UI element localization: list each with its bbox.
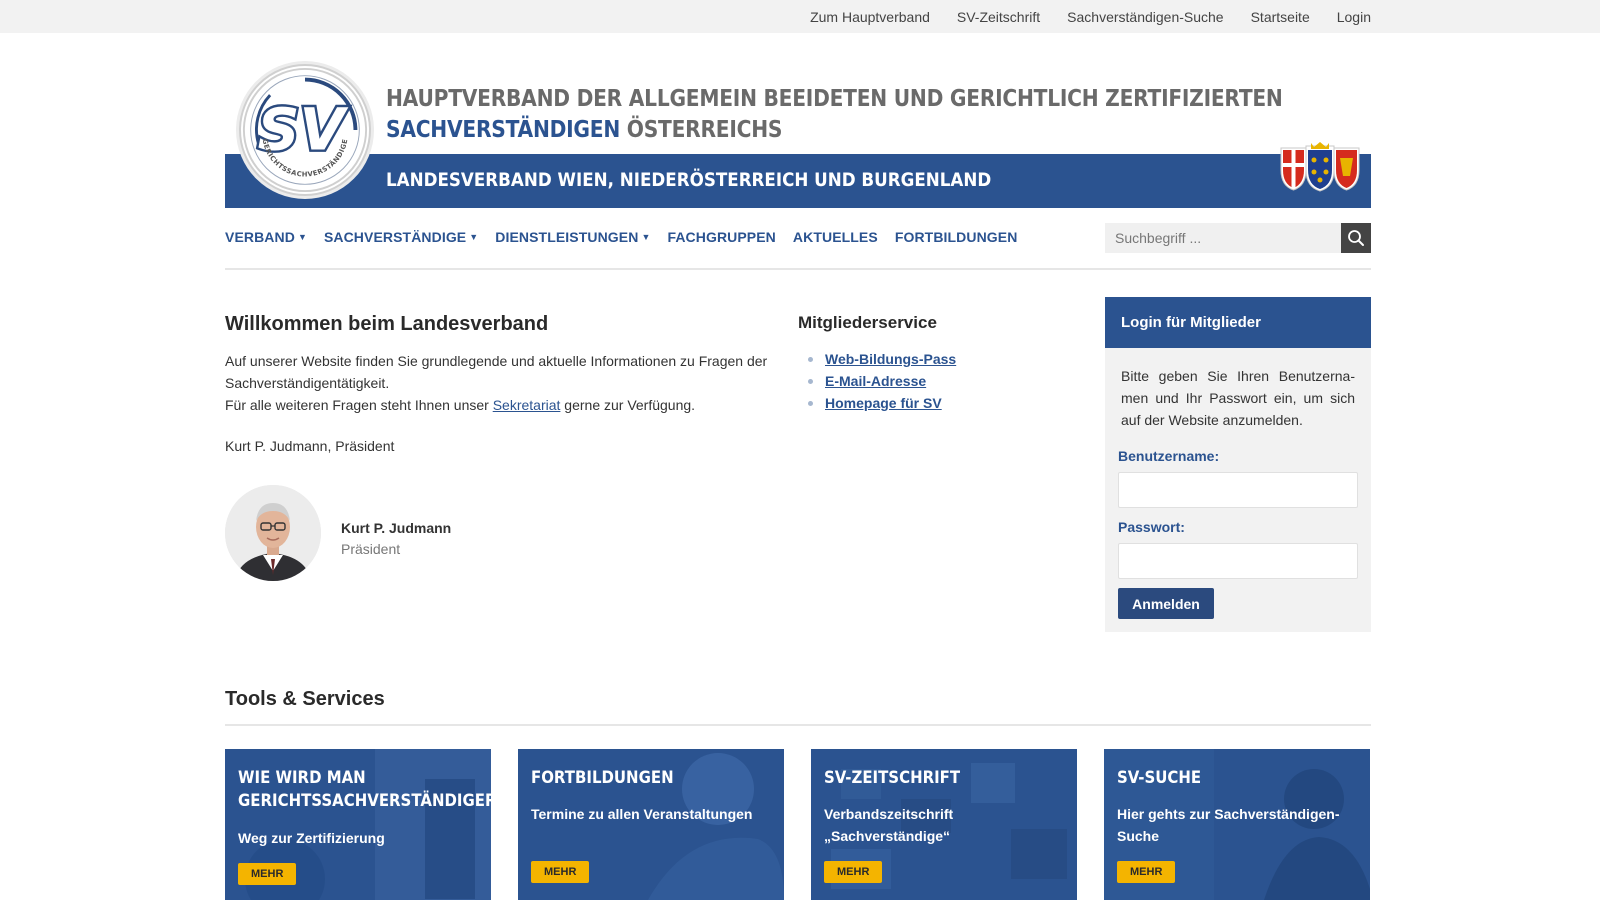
caret-down-icon: ▼ (297, 232, 307, 242)
list-item: Web-Bildungs-Pass (808, 348, 956, 370)
link-sachverstaendigen-suche[interactable]: Sachverständigen-Suche (1067, 9, 1223, 25)
link-homepage-sv[interactable]: Homepage für SV (825, 392, 942, 414)
welcome-paragraph: Auf unserer Website finden Sie grundlege… (225, 353, 768, 391)
link-zum-hauptverband[interactable]: Zum Hauptverband (810, 9, 930, 25)
nav-dienstleistungen[interactable]: DIENSTLEISTUNGEN ▼ (495, 229, 650, 245)
tools-divider (225, 724, 1371, 726)
more-button[interactable]: MEHR (238, 863, 297, 885)
password-field[interactable] (1118, 543, 1358, 579)
nav-label: SACHVERSTÄNDIGE (323, 229, 467, 245)
login-title: Login für Mitglieder (1105, 297, 1371, 348)
more-button[interactable]: MEHR (531, 861, 590, 883)
site-title-accent: SACHVERSTÄNDIGEN (386, 117, 621, 143)
more-button[interactable]: MEHR (824, 861, 883, 883)
login-intro: Bitte geben Sie Ihren Benutzerna-men und… (1121, 368, 1355, 428)
username-field[interactable] (1118, 472, 1358, 508)
welcome-text: Auf unserer Website finden Sie grundlege… (225, 350, 770, 416)
member-service-list: Web-Bildungs-Pass E-Mail-Adresse Homepag… (808, 348, 956, 414)
bullet-icon (808, 356, 813, 362)
sv-logo[interactable]: SV GERICHTSSACHVERSTÄNDIGE (239, 64, 371, 196)
more-button[interactable]: MEHR (1117, 861, 1176, 883)
nav-label: AKTUELLES (792, 229, 878, 245)
utility-bar: Zum Hauptverband SV-Zeitschrift Sachvers… (0, 0, 1600, 33)
nav-aktuelles[interactable]: AKTUELLES (793, 229, 878, 245)
card-sv-zeitschrift[interactable]: SV-ZEITSCHRIFT Verbandszeitschrift „Sach… (811, 749, 1077, 900)
site-title: HAUPTVERBAND DER ALLGEMEIN BEEIDETEN UND… (386, 84, 1283, 146)
link-email-adresse[interactable]: E-Mail-Adresse (825, 370, 926, 392)
search-input[interactable] (1105, 223, 1341, 253)
card-title: SV-SUCHE (1117, 768, 1202, 788)
sv-logo-graphic: SV GERICHTSSACHVERSTÄNDIGE (242, 67, 368, 193)
link-login[interactable]: Login (1337, 9, 1371, 25)
card-fortbildungen[interactable]: FORTBILDUNGEN Termine zu allen Veranstal… (518, 749, 784, 900)
text-fragment: gerne zur Verfügung. (560, 397, 696, 413)
nav-label: DIENSTLEISTUNGEN (495, 229, 639, 245)
card-title: WIE WIRD MAN GERICHTSSACHVERSTÄNDIGER? (238, 768, 491, 811)
main-nav: VERBAND ▼ SACHVERSTÄNDIGE ▼ DIENSTLEISTUNG… (225, 229, 1017, 245)
card-subtitle: Termine zu allen Veranstaltungen (531, 806, 753, 822)
avatar (225, 485, 321, 581)
person-role: Präsident (341, 541, 401, 557)
welcome-title: Willkommen beim Landesverband (225, 313, 549, 335)
nav-verband[interactable]: VERBAND ▼ (225, 229, 307, 245)
card-subtitle: Hier gehts zur Sachverständigen-Suche (1117, 806, 1340, 844)
header-band: LANDESVERBAND WIEN, NIEDERÖSTERREICH UND… (225, 154, 1371, 208)
state-crests-icon (1280, 142, 1360, 192)
welcome-paragraph-contact: Für alle weiteren Fragen steht Ihnen uns… (225, 394, 770, 416)
login-submit-button[interactable]: Anmelden (1118, 588, 1214, 619)
person-name: Kurt P. Judmann (341, 520, 452, 536)
nav-label: VERBAND (225, 229, 295, 245)
tools-title: Tools & Services (225, 688, 385, 710)
utility-links: Zum Hauptverband SV-Zeitschrift Sachvers… (810, 0, 1371, 33)
link-web-bildungs-pass[interactable]: Web-Bildungs-Pass (825, 348, 956, 370)
nav-label: FORTBILDUNGEN (894, 229, 1018, 245)
president-portrait (225, 485, 321, 581)
member-service-title: Mitgliederservice (798, 313, 937, 332)
site-title-rest: ÖSTERREICHS (620, 117, 783, 143)
bullet-icon (808, 400, 813, 406)
card-title: FORTBILDUNGEN (531, 768, 674, 788)
link-startseite[interactable]: Startseite (1251, 9, 1310, 25)
card-title: SV-ZEITSCHRIFT (824, 768, 961, 788)
nav-divider (225, 268, 1371, 270)
username-label: Benutzername: (1118, 448, 1220, 464)
card-sv-suche[interactable]: SV-SUCHE Hier gehts zur Sachverständigen… (1104, 749, 1370, 900)
band-title: LANDESVERBAND WIEN, NIEDERÖSTERREICH UND… (386, 169, 992, 191)
text-fragment: Für alle weiteren Fragen steht Ihnen uns… (225, 397, 493, 413)
list-item: Homepage für SV (808, 392, 956, 414)
nav-label: FACHGRUPPEN (667, 229, 776, 245)
search-button[interactable] (1341, 223, 1371, 253)
card-subtitle: Verbandszeitschrift „Sachverständige“ (824, 806, 954, 844)
nav-sachverstaendige[interactable]: SACHVERSTÄNDIGE ▼ (324, 229, 478, 245)
card-zertifizierung[interactable]: WIE WIRD MAN GERICHTSSACHVERSTÄNDIGER? W… (225, 749, 491, 900)
caret-down-icon: ▼ (469, 232, 479, 242)
login-box: Login für Mitglieder Bitte geben Sie Ihr… (1105, 297, 1371, 632)
site-title-line1: HAUPTVERBAND DER ALLGEMEIN BEEIDETEN UND… (386, 86, 1283, 112)
search-icon (1348, 230, 1364, 246)
bullet-icon (808, 378, 813, 384)
nav-fortbildungen[interactable]: FORTBILDUNGEN (895, 229, 1018, 245)
nav-fachgruppen[interactable]: FACHGRUPPEN (667, 229, 775, 245)
link-sv-zeitschrift[interactable]: SV-Zeitschrift (957, 9, 1040, 25)
card-subtitle: Weg zur Zertifizierung (238, 830, 385, 846)
caret-down-icon: ▼ (641, 232, 651, 242)
signature: Kurt P. Judmann, Präsident (225, 438, 395, 454)
password-label: Passwort: (1118, 519, 1185, 535)
tools-cards: WIE WIRD MAN GERICHTSSACHVERSTÄNDIGER? W… (225, 749, 1370, 900)
sekretariat-link[interactable]: Sekretariat (493, 397, 561, 413)
search-form (1105, 223, 1371, 253)
list-item: E-Mail-Adresse (808, 370, 956, 392)
